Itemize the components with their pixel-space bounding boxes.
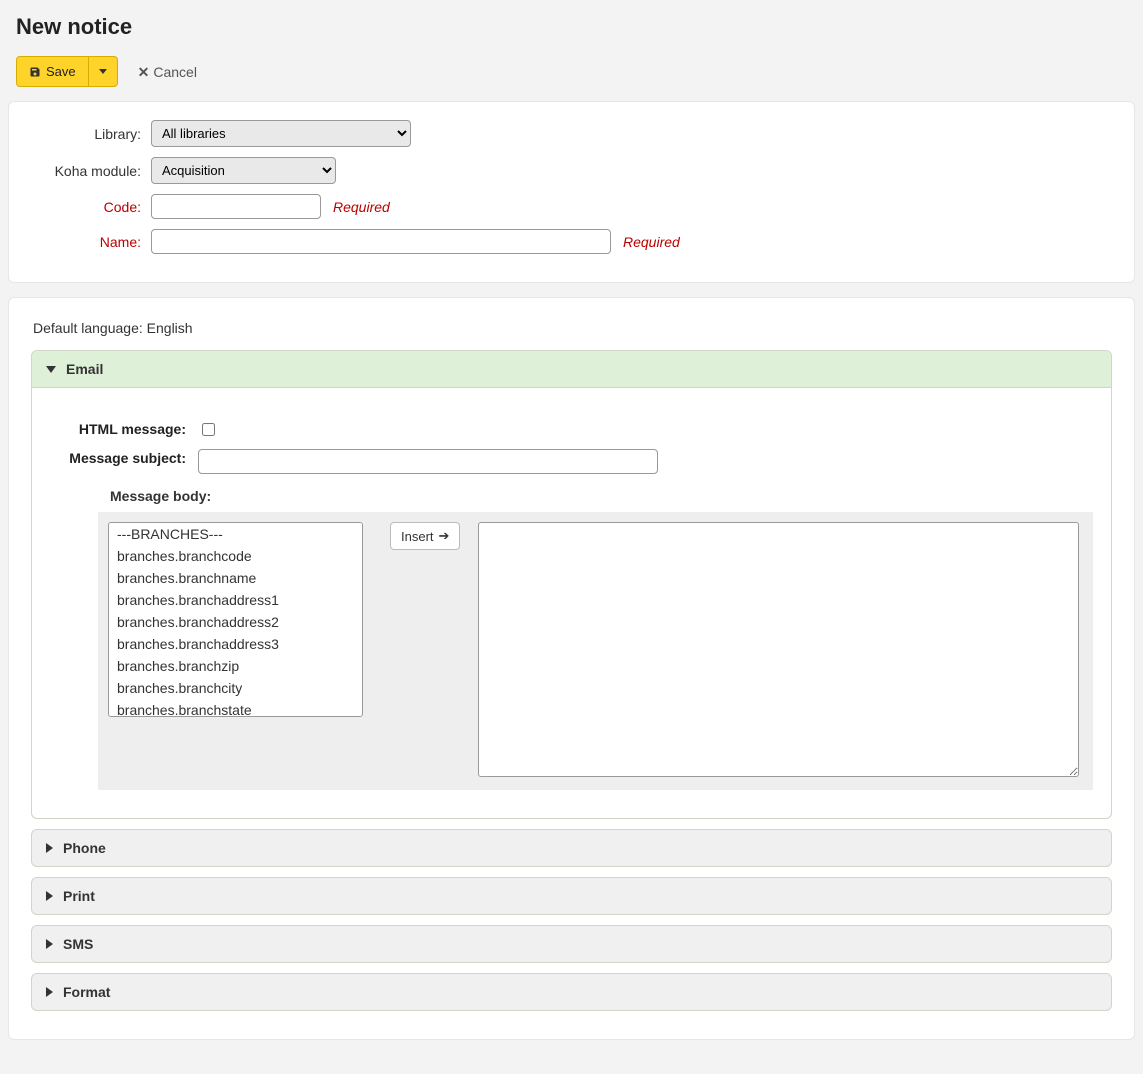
name-required-text: Required: [623, 234, 680, 250]
arrow-right-icon: ➔: [439, 528, 450, 544]
accordion-header-print[interactable]: Print: [32, 878, 1111, 914]
variable-option[interactable]: branches.branchcode: [109, 545, 362, 567]
message-body-editor: ---BRANCHES---branches.branchcodebranche…: [98, 512, 1093, 790]
variable-option[interactable]: branches.branchzip: [109, 655, 362, 677]
accordion-print: Print: [31, 877, 1112, 915]
page-title: New notice: [16, 14, 1135, 40]
caret-right-icon: [46, 891, 53, 901]
caret-right-icon: [46, 843, 53, 853]
variable-option[interactable]: branches.branchcity: [109, 677, 362, 699]
message-subject-input[interactable]: [198, 449, 658, 474]
accordion-title-phone: Phone: [63, 840, 106, 856]
accordion-title-format: Format: [63, 984, 110, 1000]
default-language-row: Default language: English: [33, 320, 1110, 336]
accordion-body-email: HTML message: Message subject: Message b…: [32, 388, 1111, 818]
variable-option[interactable]: branches.branchname: [109, 567, 362, 589]
cancel-button[interactable]: ✕ Cancel: [134, 56, 201, 87]
save-button[interactable]: Save: [16, 56, 89, 87]
caret-down-icon: [99, 69, 107, 74]
accordion-header-sms[interactable]: SMS: [32, 926, 1111, 962]
insert-button-label: Insert: [401, 529, 434, 544]
code-required-text: Required: [333, 199, 390, 215]
action-toolbar: Save ✕ Cancel: [16, 56, 1135, 87]
name-label: Name:: [31, 234, 151, 250]
accordion-title-email: Email: [66, 361, 103, 377]
variable-list[interactable]: ---BRANCHES---branches.branchcodebranche…: [108, 522, 363, 717]
save-dropdown-button[interactable]: [89, 56, 118, 87]
notice-settings-panel: Library: All libraries Koha module: Acqu…: [8, 101, 1135, 283]
name-input[interactable]: [151, 229, 611, 254]
message-body-label: Message body:: [110, 488, 1093, 504]
variable-option[interactable]: branches.branchaddress1: [109, 589, 362, 611]
module-select[interactable]: Acquisition: [151, 157, 336, 184]
module-label: Koha module:: [31, 163, 151, 179]
variable-option[interactable]: branches.branchaddress2: [109, 611, 362, 633]
accordion-phone: Phone: [31, 829, 1112, 867]
default-language-label: Default language:: [33, 320, 143, 336]
message-panel: Default language: English Email HTML mes…: [8, 297, 1135, 1040]
variable-option[interactable]: ---BRANCHES---: [109, 523, 362, 545]
accordion-title-sms: SMS: [63, 936, 93, 952]
accordion-email: Email HTML message: Message subject: Mes…: [31, 350, 1112, 819]
save-icon: [29, 66, 41, 78]
library-label: Library:: [31, 126, 151, 142]
save-button-label: Save: [46, 64, 76, 79]
accordion-title-print: Print: [63, 888, 95, 904]
accordion-sms: SMS: [31, 925, 1112, 963]
caret-down-icon: [46, 366, 56, 373]
html-message-label: HTML message:: [50, 420, 198, 439]
code-label: Code:: [31, 199, 151, 215]
accordion-header-email[interactable]: Email: [32, 351, 1111, 388]
insert-button[interactable]: Insert ➔: [390, 522, 460, 550]
message-body-textarea[interactable]: [478, 522, 1079, 777]
accordion-format: Format: [31, 973, 1112, 1011]
default-language-value: English: [147, 320, 193, 336]
caret-right-icon: [46, 987, 53, 997]
variable-option[interactable]: branches.branchaddress3: [109, 633, 362, 655]
library-select[interactable]: All libraries: [151, 120, 411, 147]
code-input[interactable]: [151, 194, 321, 219]
save-button-group: Save: [16, 56, 118, 87]
variable-option[interactable]: branches.branchstate: [109, 699, 362, 717]
html-message-checkbox[interactable]: [202, 423, 215, 436]
cancel-button-label: Cancel: [153, 64, 197, 80]
accordion-header-format[interactable]: Format: [32, 974, 1111, 1010]
close-icon: ✕: [138, 65, 150, 79]
caret-right-icon: [46, 939, 53, 949]
accordion-header-phone[interactable]: Phone: [32, 830, 1111, 866]
message-subject-label: Message subject:: [50, 449, 198, 474]
